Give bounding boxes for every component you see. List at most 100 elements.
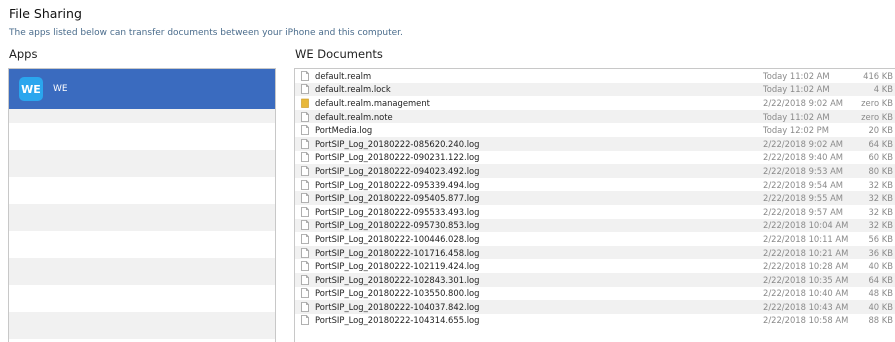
file-size: 32 KB (868, 220, 893, 231)
file-name: PortSIP_Log_20180222-094023.492.log (315, 165, 480, 176)
file-date: Today 12:02 PM (763, 125, 829, 136)
file-row[interactable]: PortSIP_Log_20180222-101716.458.log 2/22/… (295, 245, 895, 260)
file-size: zero KB (861, 111, 893, 122)
file-name: PortSIP_Log_20180222-100446.028.log (315, 233, 480, 244)
file-date: 2/22/2018 10:40 AM (763, 288, 849, 299)
file-size: 4 KB (873, 84, 893, 95)
file-name: PortSIP_Log_20180222-103550.800.log (315, 288, 480, 299)
file-icon (301, 274, 309, 285)
file-date: 2/22/2018 9:55 AM (763, 193, 844, 204)
file-row[interactable]: PortSIP_Log_20180222-094023.492.log 2/22/… (295, 164, 895, 178)
file-row[interactable]: PortSIP_Log_20180222-102119.424.log 2/22/… (295, 259, 895, 273)
file-row[interactable]: PortSIP_Log_20180222-095533.493.log 2/22/… (295, 205, 895, 219)
file-name: PortSIP_Log_20180222-102843.301.log (315, 274, 480, 285)
file-name: PortSIP_Log_20180222-104314.655.log (315, 315, 480, 326)
file-size: zero KB (861, 97, 893, 108)
file-row[interactable]: default.realm.lock Today 11:02 AM 4 KB (295, 82, 895, 97)
file-date: 2/22/2018 9:53 AM (763, 165, 844, 176)
file-icon (301, 261, 309, 272)
documents-header: WE Documents (295, 47, 383, 61)
file-date: 2/22/2018 10:11 AM (763, 233, 849, 244)
file-name: PortSIP_Log_20180222-101716.458.log (315, 247, 480, 258)
file-icon (301, 138, 309, 149)
file-name: default.realm.note (315, 111, 393, 122)
file-size: 40 KB (868, 261, 893, 272)
file-row[interactable]: PortSIP_Log_20180222-095339.494.log 2/22/… (295, 178, 895, 192)
file-date: 2/22/2018 10:35 AM (763, 274, 849, 285)
file-date: Today 11:02 AM (763, 84, 830, 95)
file-icon (301, 84, 309, 95)
app-item-label: WE (53, 84, 68, 94)
file-icon (301, 220, 309, 231)
file-row[interactable]: PortSIP_Log_20180222-100446.028.log 2/22/… (295, 232, 895, 246)
file-name: PortSIP_Log_20180222-095533.493.log (315, 206, 480, 217)
file-row[interactable]: PortMedia.log Today 12:02 PM 20 KB (295, 123, 895, 137)
file-size: 32 KB (868, 206, 893, 217)
file-icon (301, 193, 309, 204)
file-name: PortSIP_Log_20180222-102119.424.log (315, 261, 480, 272)
file-row[interactable]: PortSIP_Log_20180222-095405.877.log 2/22/… (295, 191, 895, 205)
file-size: 40 KB (868, 301, 893, 312)
documents-list[interactable]: default.realm Today 11:02 AM 416 KB default… (294, 68, 895, 342)
file-date: 2/22/2018 10:21 AM (763, 247, 849, 258)
file-row[interactable]: PortSIP_Log_20180222-103550.800.log 2/22/… (295, 287, 895, 301)
file-icon (301, 70, 309, 81)
file-icon (301, 111, 309, 122)
file-row[interactable]: default.realm Today 11:02 AM 416 KB (295, 69, 895, 83)
file-icon (301, 179, 309, 190)
apps-header: Apps (9, 47, 38, 61)
file-date: 2/22/2018 10:28 AM (763, 261, 849, 272)
page-subtitle: The apps listed below can transfer docum… (9, 28, 403, 38)
file-size: 32 KB (868, 179, 893, 190)
file-icon (301, 166, 309, 176)
we-app-icon: WE (19, 77, 43, 101)
file-row[interactable]: PortSIP_Log_20180222-104037.842.log 2/22/… (295, 300, 895, 314)
file-name: default.realm.lock (315, 84, 391, 95)
file-date: 2/22/2018 9:02 AM (763, 138, 844, 149)
app-item-we[interactable]: WE WE (9, 69, 275, 109)
file-name: PortSIP_Log_20180222-085620.240.log (315, 138, 480, 149)
file-size: 60 KB (868, 152, 893, 163)
file-date: Today 11:02 AM (763, 111, 830, 122)
file-size: 88 KB (868, 315, 893, 326)
file-size: 20 KB (868, 125, 893, 136)
file-icon (301, 125, 309, 136)
file-row[interactable]: PortSIP_Log_20180222-104314.655.log 2/22/… (295, 314, 895, 328)
file-size: 416 KB (863, 70, 893, 81)
file-date: 2/22/2018 9:57 AM (763, 206, 844, 217)
file-icon (301, 315, 309, 326)
file-icon (301, 152, 309, 163)
apps-list[interactable]: WE WE (8, 68, 276, 342)
file-date: 2/22/2018 10:58 AM (763, 315, 849, 326)
file-name: PortMedia.log (315, 125, 373, 136)
file-name: PortSIP_Log_20180222-104037.842.log (315, 301, 480, 312)
file-size: 56 KB (868, 233, 893, 244)
file-size: 64 KB (868, 274, 893, 285)
file-date: 2/22/2018 10:43 AM (763, 301, 849, 312)
file-row[interactable]: PortSIP_Log_20180222-095730.853.log 2/22/… (295, 218, 895, 233)
file-name: PortSIP_Log_20180222-095339.494.log (315, 179, 480, 190)
file-size: 64 KB (868, 138, 893, 149)
file-icon (301, 206, 309, 217)
file-name: PortSIP_Log_20180222-090231.122.log (315, 152, 480, 163)
file-date: 2/22/2018 9:02 AM (763, 97, 844, 108)
file-name: default.realm (315, 70, 372, 81)
file-date: 2/22/2018 9:54 AM (763, 179, 844, 190)
file-row[interactable]: PortSIP_Log_20180222-085620.240.log 2/22/… (295, 136, 895, 151)
file-date: 2/22/2018 9:40 AM (763, 152, 844, 163)
file-date: 2/22/2018 10:04 AM (763, 220, 849, 231)
file-size: 32 KB (868, 193, 893, 204)
file-date: Today 11:02 AM (763, 70, 830, 81)
file-row[interactable]: default.realm.management 2/22/2018 9:02 A… (295, 96, 895, 110)
file-row[interactable]: default.realm.note Today 11:02 AM zero KB (295, 109, 895, 124)
file-size: 80 KB (868, 165, 893, 176)
file-name: PortSIP_Log_20180222-095405.877.log (315, 193, 480, 204)
file-icon (301, 288, 309, 299)
folder-icon (301, 98, 309, 108)
file-row[interactable]: PortSIP_Log_20180222-090231.122.log 2/22/… (295, 151, 895, 165)
file-row[interactable]: PortSIP_Log_20180222-102843.301.log 2/22/… (295, 272, 895, 287)
page-title: File Sharing (9, 6, 82, 21)
file-size: 48 KB (868, 288, 893, 299)
file-icon (301, 301, 309, 312)
file-icon (301, 247, 309, 258)
